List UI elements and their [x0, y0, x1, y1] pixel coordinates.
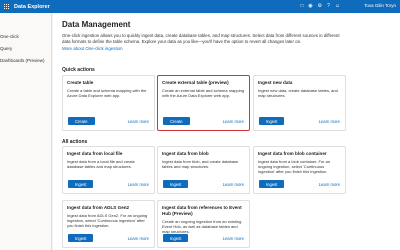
sidebar-item-dashboards[interactable]: Dashboards (Preview)	[0, 55, 51, 67]
card-description: Create an external table and schema mapp…	[162, 88, 245, 99]
chat-icon[interactable]: □	[300, 4, 303, 9]
learn-more-link[interactable]: Learn more	[319, 119, 340, 124]
smiley-icon[interactable]: ☺	[335, 4, 340, 9]
create-table-button[interactable]: Create	[68, 117, 95, 125]
card-title: Create table	[67, 80, 94, 85]
user-name[interactable]: Tova Gilin Toryn	[364, 3, 396, 8]
all-actions-heading: All actions	[62, 139, 88, 145]
intro-text: One-click ingestion allows you to quickl…	[62, 33, 340, 44]
learn-more-link[interactable]: Learn more	[128, 182, 149, 187]
sidebar-item-query[interactable]: Query	[0, 43, 51, 55]
card-title: Ingest data from ADLS Gen2	[67, 205, 130, 210]
learn-more-link[interactable]: Learn more	[223, 119, 244, 124]
app-title: Data Explorer	[14, 3, 50, 10]
quick-actions-heading: Quick actions	[62, 67, 95, 73]
help-icon[interactable]: ?	[327, 4, 330, 9]
card-description: Create an ongoing ingestion from an exis…	[162, 219, 242, 235]
ingest-local-file-button[interactable]: Ingest	[68, 180, 94, 188]
one-click-learn-link[interactable]: More about One-click ingestion	[62, 46, 400, 51]
card-description: Create a table and schema mapping with t…	[67, 88, 147, 99]
learn-more-link[interactable]: Learn more	[223, 182, 244, 187]
app-launcher-icon[interactable]	[0, 0, 13, 13]
card-description: Ingest new data, create database tables,…	[258, 88, 338, 99]
card-create-external-table: Create external table (preview) Create a…	[157, 75, 250, 131]
card-title: Ingest data from references to Event Hub…	[162, 205, 242, 216]
learn-more-link[interactable]: Learn more	[319, 182, 340, 187]
bell-icon[interactable]: ◉	[308, 4, 312, 9]
card-description: Ingest data from a local file and create…	[67, 159, 135, 170]
ingest-adls-gen2-button[interactable]: Ingest	[68, 234, 94, 242]
card-title: Ingest new data	[258, 80, 293, 85]
ingest-event-hub-button[interactable]: Ingest	[163, 234, 189, 242]
card-ingest-new-data: Ingest new data Ingest new data, create …	[253, 75, 346, 131]
card-create-table: Create table Create a table and schema m…	[62, 75, 155, 131]
sidebar-item-one-click[interactable]: One-click	[0, 31, 51, 43]
ingest-blob-container-button[interactable]: Ingest	[259, 180, 285, 188]
card-ingest-adls-gen2: Ingest data from ADLS Gen2 Ingest data f…	[62, 200, 155, 248]
learn-more-link[interactable]: Learn more	[128, 236, 149, 241]
card-ingest-blob: Ingest data from blob Ingest data from b…	[157, 146, 250, 194]
top-bar: Data Explorer □ ◉ ⚙ ? ☺ Tova Gilin Toryn	[0, 0, 400, 13]
page-title: Data Management	[62, 20, 131, 29]
card-ingest-blob-container: Ingest data from blob container Ingest d…	[253, 146, 346, 194]
card-description: Ingest data from blob, and create databa…	[162, 159, 239, 170]
create-external-table-button[interactable]: Create	[163, 117, 190, 125]
card-ingest-local-file: Ingest data from local file Ingest data …	[62, 146, 155, 194]
card-description: Ingest data from a blob container. For a…	[258, 159, 331, 175]
gear-icon[interactable]: ⚙	[318, 4, 322, 9]
main-content: Data Management One-click ingestion allo…	[53, 13, 400, 250]
card-title: Ingest data from blob container	[258, 151, 327, 156]
learn-more-link[interactable]: Learn more	[223, 236, 244, 241]
card-title: Create external table (preview)	[162, 80, 229, 85]
card-ingest-event-hub: Ingest data from references to Event Hub…	[157, 200, 250, 248]
sidebar: One-click Query Dashboards (Preview)	[0, 13, 52, 250]
ingest-new-data-button[interactable]: Ingest	[259, 117, 285, 125]
card-description: Ingest data from ADLS Gen2. For an ongoi…	[67, 213, 148, 229]
learn-more-link[interactable]: Learn more	[128, 119, 149, 124]
card-title: Ingest data from local file	[67, 151, 123, 156]
ingest-blob-button[interactable]: Ingest	[163, 180, 189, 188]
card-title: Ingest data from blob	[162, 151, 209, 156]
